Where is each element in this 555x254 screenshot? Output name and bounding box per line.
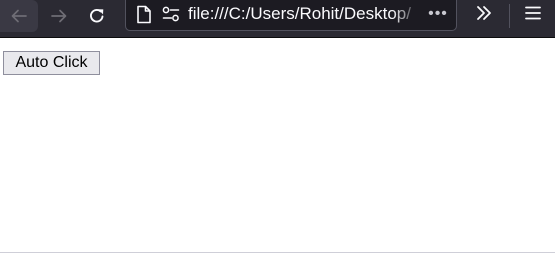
back-button[interactable] xyxy=(0,0,38,32)
browser-toolbar: file:///C:/Users/Rohit/Desktop/ ••• xyxy=(0,0,555,38)
back-arrow-icon xyxy=(9,6,29,26)
page-icon[interactable] xyxy=(134,3,154,25)
window-bottom-border xyxy=(0,252,555,253)
forward-button[interactable] xyxy=(41,0,77,32)
hamburger-menu-icon xyxy=(524,4,542,27)
page-actions-button[interactable]: ••• xyxy=(423,1,453,27)
toolbar-divider xyxy=(509,4,510,28)
address-bar[interactable]: file:///C:/Users/Rohit/Desktop/ ••• xyxy=(125,0,457,31)
permissions-icon[interactable] xyxy=(161,3,181,25)
page-content: Auto Click xyxy=(0,38,555,252)
app-menu-button[interactable] xyxy=(514,0,552,30)
reload-button[interactable] xyxy=(79,0,115,32)
chevron-double-right-icon xyxy=(474,3,494,28)
reload-icon xyxy=(87,6,107,26)
forward-arrow-icon xyxy=(49,6,69,26)
auto-click-button[interactable]: Auto Click xyxy=(3,51,100,75)
url-text[interactable]: file:///C:/Users/Rohit/Desktop/ xyxy=(188,2,420,26)
overflow-menu-button[interactable] xyxy=(466,0,502,30)
